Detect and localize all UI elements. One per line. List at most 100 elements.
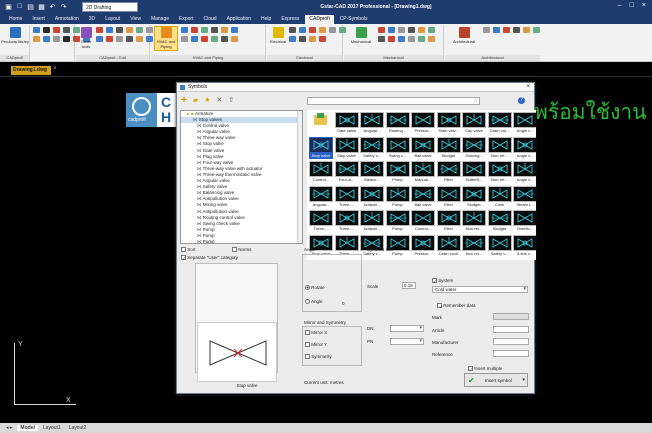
tool-icon[interactable] [181,27,188,33]
insert-multiple-checkbox[interactable]: ✓ Insert multiple [468,366,502,372]
delete-icon[interactable]: ✕ [217,96,223,104]
help-icon[interactable]: ? [518,97,525,104]
tab-export[interactable]: Export [175,15,197,24]
symbol-item[interactable]: Manual... [411,161,435,184]
symbol-item[interactable]: Ball valve [411,185,435,209]
tool-icon[interactable] [299,27,306,33]
tool-icon[interactable] [289,27,296,33]
sort-checkbox[interactable]: Sort [181,247,196,253]
symbol-item[interactable]: Non-ret... [487,136,512,160]
symbol-item[interactable]: Three-... [309,210,333,233]
symbol-item[interactable]: Ball valve [411,136,435,160]
tool-icon[interactable] [201,36,208,42]
tool-icon[interactable] [63,27,70,33]
tab-layout1[interactable]: Layout1 [40,425,64,431]
tool-icon[interactable] [191,27,198,33]
nav-arrows-icon[interactable]: ◂ ▸ [3,425,15,431]
architectural-button[interactable]: Architectural [449,27,479,44]
article-input[interactable] [493,326,529,333]
symbol-item[interactable]: Stain valv... [436,112,461,135]
app-menu-icon[interactable]: ▣ [4,2,13,11]
angle-radio[interactable]: Angle [305,299,323,305]
symbol-item[interactable]: Three-... [334,185,359,209]
hvac-piping-button[interactable]: HVAC and Piping [154,26,178,51]
dn-select[interactable] [390,325,424,332]
pn-select[interactable] [390,338,424,345]
minimize-icon[interactable]: – [618,2,622,9]
close-document-icon[interactable]: × [53,66,57,72]
symbol-item[interactable]: Cock [487,185,512,209]
tool-icon[interactable] [329,27,336,33]
tool-icon[interactable] [408,27,415,33]
tab-model[interactable]: Model [17,425,38,431]
tool-icon[interactable] [63,36,70,42]
tool-icon[interactable] [388,36,395,42]
rotate-radio[interactable]: Rotate [305,285,325,291]
system-checkbox[interactable]: ✓ System [432,278,453,284]
manufacturer-input[interactable] [493,338,529,345]
folder-icon[interactable]: ▰ [193,96,198,104]
tool-icon[interactable] [398,27,405,33]
symbol-item[interactable]: Safety v... [360,136,384,160]
tool-icon[interactable] [231,27,238,33]
symbol-item[interactable]: Balanc... [360,161,384,184]
symbol-item[interactable]: Control... [411,210,435,233]
symbol-item[interactable]: Non-ret... [462,210,486,233]
save-icon[interactable]: ▦ [37,2,46,11]
tool-icon[interactable] [533,27,540,33]
tool-icon[interactable] [181,36,188,42]
mirror-y-checkbox[interactable]: Mirror Y [305,342,327,348]
tool-icon[interactable] [211,27,218,33]
search-input[interactable]: ☆ [307,97,480,105]
tool-icon[interactable] [126,36,133,42]
scale-input[interactable]: 0.15 [402,282,416,289]
symmetry-checkbox[interactable]: Symmetry [305,354,332,360]
insert-symbol-button[interactable]: ✔ Insert symbol ▾ [464,373,528,387]
symbol-item[interactable]: Angle v... [513,136,536,160]
tool-icon[interactable] [408,36,415,42]
tool-icon[interactable] [299,36,306,42]
tab-annotation[interactable]: Annotation [51,15,83,24]
tool-icon[interactable] [309,27,316,33]
tool-icon[interactable] [126,27,133,33]
dropdown-arrow-icon[interactable]: ▾ [522,377,525,383]
symbol-item[interactable]: Pressur... [411,112,435,135]
tool-icon[interactable] [523,27,530,33]
symbol-item[interactable]: Swing c... [385,136,410,160]
favorite-icon[interactable]: ☆ [473,97,478,104]
symbol-tree[interactable]: ▸ ▰ Armature ⋈ Stop valves ⋈ Control valve… [180,110,303,244]
tool-icon[interactable] [116,27,123,33]
new-icon[interactable]: □ [15,2,24,11]
symbol-item[interactable]: 3-line v... [513,234,536,258]
tool-icon[interactable] [493,27,500,33]
tab-application[interactable]: Application [223,15,255,24]
tool-icon[interactable] [319,36,326,42]
tab-insert[interactable]: Insert [28,15,49,24]
tool-icon[interactable] [106,27,113,33]
tab-3d[interactable]: 3D [85,15,99,24]
symbol-item[interactable]: Butterfl... [462,161,486,184]
tab-cadprofi[interactable]: CADprofi [305,15,334,24]
document-tab[interactable]: Drawing1.dwg [11,66,51,75]
mirror-x-checkbox[interactable]: Mirror X [305,330,327,336]
symbol-item[interactable]: Cap valve [462,112,486,135]
tool-icon[interactable] [33,27,40,33]
tree-item[interactable]: ⋈ Pump [181,239,302,243]
favorite-icon[interactable]: ★ [204,96,210,104]
symbol-item[interactable]: Routing... [385,112,410,135]
tab-home[interactable]: Home [5,15,26,24]
redo-icon[interactable]: ↷ [59,2,68,11]
tool-icon[interactable] [289,36,296,42]
symbol-item[interactable]: Angle v... [513,112,536,135]
tool-icon[interactable] [96,36,103,42]
symbol-item[interactable]: Antipoll... [360,210,384,233]
tab-layout[interactable]: Layout [101,15,124,24]
symbol-item[interactable]: Angular... [360,112,384,135]
tool-icon[interactable] [191,36,198,42]
add-icon[interactable]: ✚ [181,96,187,104]
tool-icon[interactable] [309,36,316,42]
symbol-item[interactable]: Filter [436,210,461,233]
symbol-item[interactable]: Steam t... [513,185,536,209]
symbol-item[interactable]: Antipoll... [360,185,384,209]
tab-manage[interactable]: Manage [147,15,173,24]
